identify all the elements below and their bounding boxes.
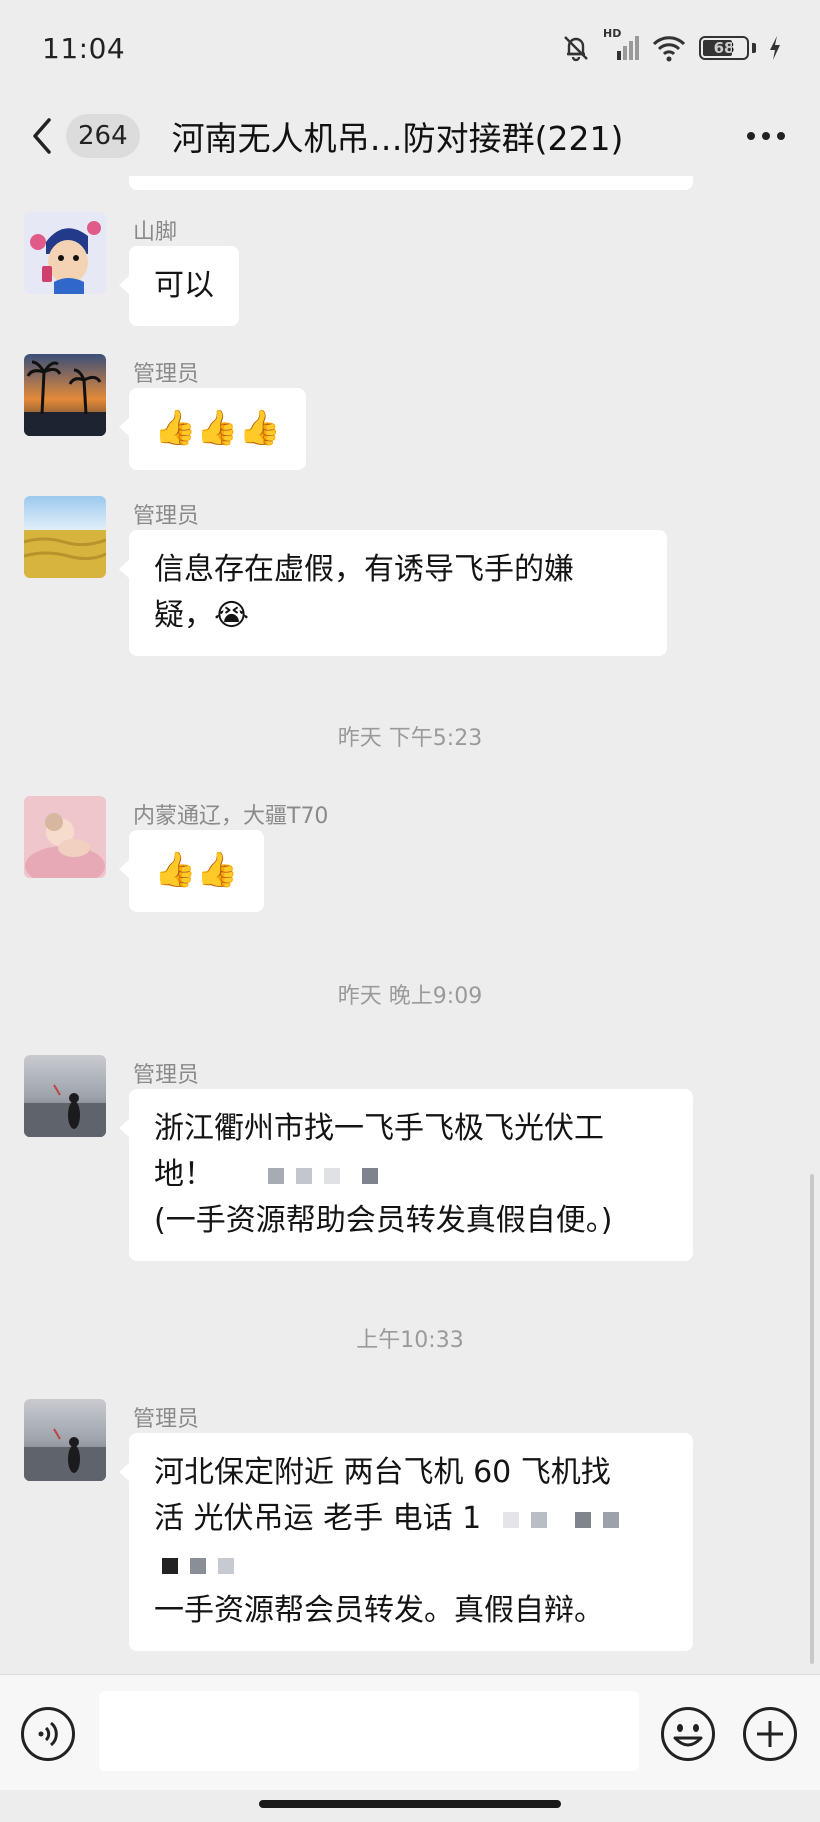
message-bubble[interactable]: 河北保定附近 两台飞机 60 飞机找 活 光伏吊运 老手 电话 1 一手资源帮会… [119,1433,693,1651]
beach-silhouette-avatar [24,1055,106,1137]
bubble-arrow [119,860,129,878]
message-line: (一手资源帮助会员转发真假自便。) [154,1203,613,1238]
signal-icon: HD [603,27,639,63]
mute-bell-icon [561,33,591,63]
thumbs-up-emoji: 👍 [196,850,239,890]
message-line: 信息存在虚假，有诱导飞手的嫌 [154,552,574,587]
sender-name: 管理员 [133,1407,200,1432]
sender-name: 管理员 [133,1063,200,1088]
message-line: 浙江衢州市找一飞手飞极飞光伏工 [154,1111,604,1146]
unread-count-badge[interactable]: 264 [66,114,140,158]
battery-icon: 68 [699,36,749,60]
avatar[interactable] [24,212,106,294]
sender-name: 山脚 [133,220,178,245]
network-type-label: HD [603,27,622,40]
plus-icon[interactable] [742,1706,798,1762]
redacted-block [362,1167,378,1184]
input-bar [0,1674,820,1790]
redacted-block [324,1167,340,1184]
message-bubble[interactable]: 信息存在虚假，有诱导飞手的嫌 疑，😭 [119,530,667,656]
avatar[interactable] [24,496,106,578]
sender-name: 管理员 [133,504,200,529]
timestamp: 昨天 下午5:23 [337,726,483,751]
message-line: 疑，😭 [154,598,250,633]
avatar[interactable] [24,1399,106,1481]
redacted-block [268,1167,284,1184]
message-list[interactable]: 山脚 可以 管理员 👍👍👍 管理员 信息存在虚假，有诱导飞手的嫌 疑，😭 昨天 … [0,176,820,1674]
message-line: 河北保定附近 两台飞机 60 飞机找 [154,1455,611,1490]
battery-cap [752,43,756,53]
message-bubble[interactable]: 可以 [119,246,239,326]
bubble-arrow [119,418,129,436]
bubble-arrow [119,276,129,294]
message-bubble[interactable]: 👍👍 [119,830,264,912]
chat-title[interactable]: 河南无人机吊…防对接群(221) [172,112,738,160]
message-bubble-partial[interactable] [129,176,693,190]
status-bar: 11:04 HD 68 [0,0,820,96]
thumbs-up-emoji: 👍 [154,408,197,448]
redacted-block [162,1557,178,1574]
redacted-block [603,1511,620,1528]
beach-silhouette-avatar [24,1399,106,1481]
chat-header: 264 河南无人机吊…防对接群(221) [0,96,820,176]
bubble-arrow [119,1119,129,1137]
voice-icon[interactable] [20,1706,76,1762]
sunset-palm-avatar [24,354,106,436]
message-line: 地！ [154,1152,668,1198]
message-line: 活 光伏吊运 老手 电话 1 [154,1496,668,1542]
redacted-block [218,1557,234,1574]
thumbs-up-emoji: 👍 [196,408,239,448]
sender-name: 内蒙通辽，大疆T70 [133,804,329,829]
redacted-block [190,1557,206,1574]
message-text: 可以 [154,268,214,303]
battery-percent: 68 [713,39,735,57]
status-time: 11:04 [42,31,126,65]
message-line-text: 活 光伏吊运 老手 电话 1 [154,1501,482,1536]
thumbs-up-emoji: 👍 [154,850,197,890]
pink-baby-avatar [24,796,106,878]
avatar[interactable] [24,1055,106,1137]
charging-icon [768,35,782,61]
scrollbar[interactable] [810,1174,814,1664]
message-line: 一手资源帮会员转发。真假自辩。 [154,1593,604,1628]
timestamp: 上午10:33 [356,1328,464,1353]
redacted-block [296,1167,312,1184]
avatar[interactable] [24,796,106,878]
message-bubble[interactable]: 👍👍👍 [119,388,307,470]
back-chevron-icon[interactable] [26,116,56,156]
emoji-icon[interactable] [660,1706,716,1762]
timestamp: 昨天 晚上9:09 [337,984,483,1009]
home-indicator[interactable] [259,1800,561,1808]
wheat-field-avatar [24,496,106,578]
status-icons: HD 68 [561,27,782,63]
message-input[interactable] [99,1691,639,1771]
redacted-block [575,1511,592,1528]
sender-name: 管理员 [133,362,200,387]
more-dots-icon[interactable] [738,116,794,156]
redacted-block [503,1511,520,1528]
message-line-text: 地！ [154,1157,214,1192]
thumbs-up-emoji: 👍 [238,408,282,448]
cartoon-avatar [24,212,106,294]
avatar[interactable] [24,354,106,436]
bubble-arrow [119,1463,129,1481]
message-bubble[interactable]: 浙江衢州市找一飞手飞极飞光伏工 地！ (一手资源帮助会员转发真假自便。) [119,1089,693,1261]
message-line [154,1542,668,1588]
redacted-block [531,1511,548,1528]
bubble-arrow [119,560,129,578]
wifi-icon [651,33,687,63]
